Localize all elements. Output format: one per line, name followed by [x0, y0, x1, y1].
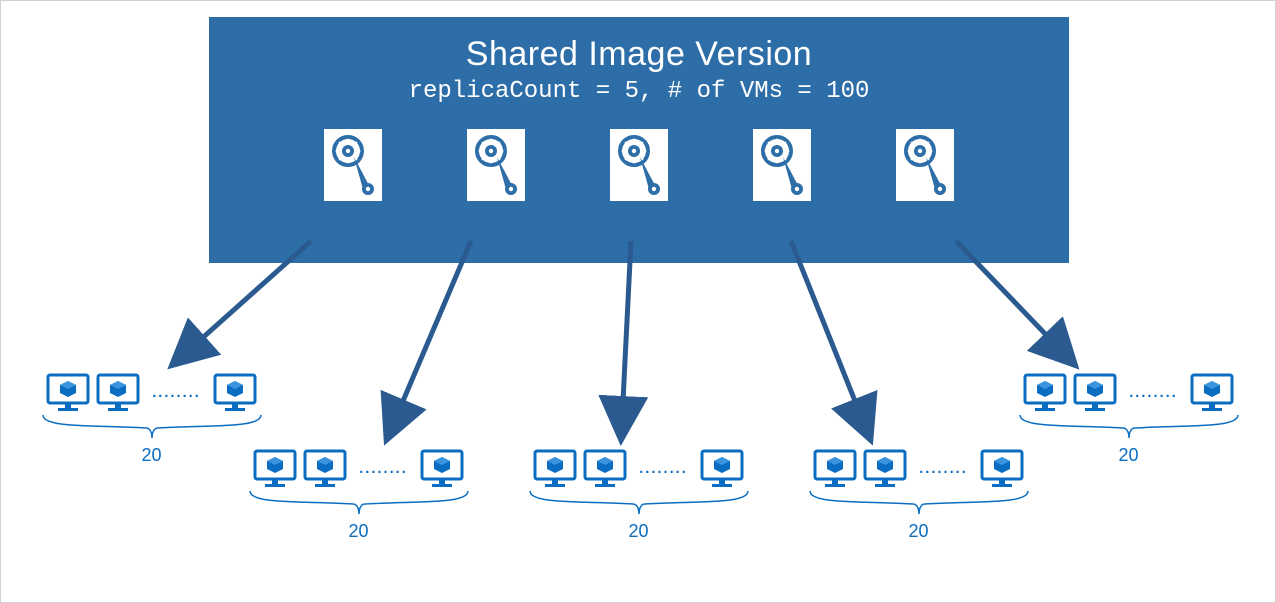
ellipsis-label: ........ — [353, 461, 414, 477]
vm-icon — [213, 373, 257, 413]
vm-icon — [96, 373, 140, 413]
vm-icon — [46, 373, 90, 413]
brace-icon — [41, 413, 263, 443]
ellipsis-label: ........ — [1123, 385, 1184, 401]
vm-count-label: 20 — [1006, 445, 1251, 466]
ellipsis-label: ........ — [146, 385, 207, 401]
vm-row: ........ — [796, 449, 1041, 489]
vm-icon — [700, 449, 744, 489]
shared-image-version-box: Shared Image Version replicaCount = 5, #… — [209, 17, 1069, 263]
vm-group: ........ 20 — [516, 449, 761, 542]
arrow-icon — [621, 241, 631, 441]
header-subtitle: replicaCount = 5, # of VMs = 100 — [209, 78, 1069, 105]
vm-row: ........ — [1006, 373, 1251, 413]
disk-icon — [896, 129, 954, 201]
brace-icon — [1018, 413, 1240, 443]
ellipsis-label: ........ — [913, 461, 974, 477]
vm-count-label: 20 — [236, 521, 481, 542]
vm-icon — [583, 449, 627, 489]
vm-row: ........ — [29, 373, 274, 413]
ellipsis-label: ........ — [633, 461, 694, 477]
disk-icon — [324, 129, 382, 201]
arrow-icon — [386, 241, 471, 441]
vm-count-label: 20 — [796, 521, 1041, 542]
vm-group: ........ 20 — [796, 449, 1041, 542]
vm-icon — [533, 449, 577, 489]
vm-icon — [813, 449, 857, 489]
brace-icon — [528, 489, 750, 519]
disk-replica-row — [209, 129, 1069, 201]
disk-icon — [753, 129, 811, 201]
vm-icon — [303, 449, 347, 489]
vm-icon — [420, 449, 464, 489]
vm-count-label: 20 — [516, 521, 761, 542]
vm-group: ........ 20 — [1006, 373, 1251, 466]
diagram-frame: Shared Image Version replicaCount = 5, #… — [0, 0, 1276, 603]
disk-icon — [610, 129, 668, 201]
header-title: Shared Image Version — [209, 35, 1069, 74]
vm-icon — [1073, 373, 1117, 413]
vm-icon — [253, 449, 297, 489]
arrow-icon — [791, 241, 871, 441]
disk-icon — [467, 129, 525, 201]
vm-icon — [1023, 373, 1067, 413]
vm-icon — [1190, 373, 1234, 413]
vm-icon — [863, 449, 907, 489]
vm-row: ........ — [236, 449, 481, 489]
brace-icon — [248, 489, 470, 519]
brace-icon — [808, 489, 1030, 519]
vm-row: ........ — [516, 449, 761, 489]
vm-group: ........ 20 — [236, 449, 481, 542]
